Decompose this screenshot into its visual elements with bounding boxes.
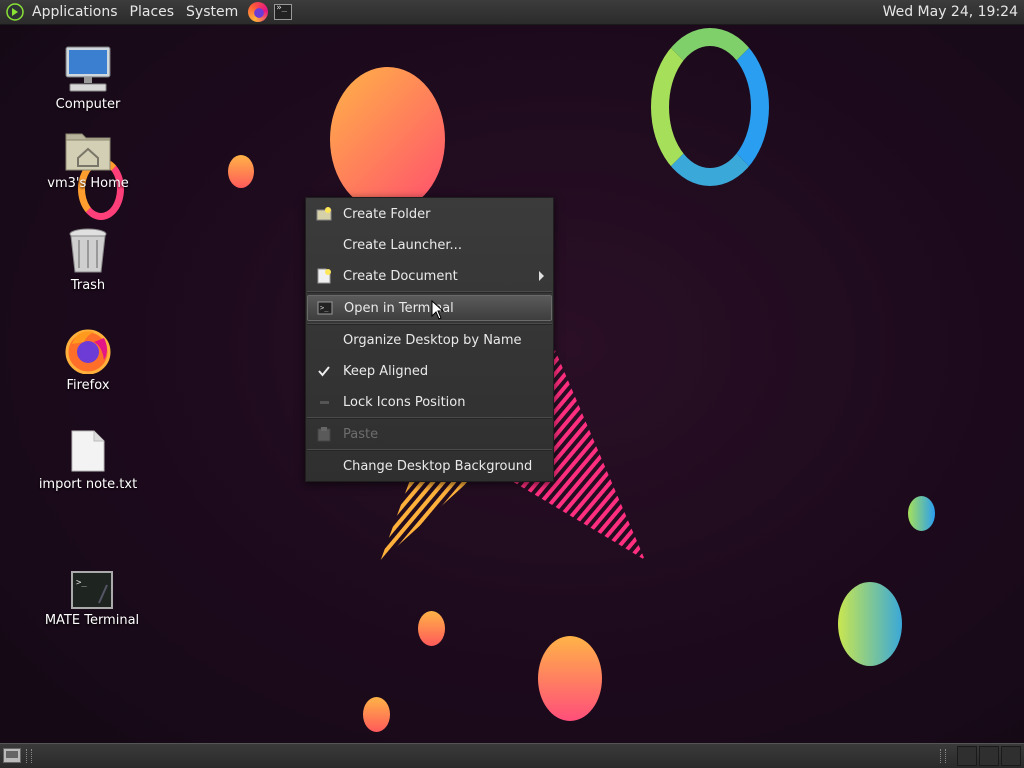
- menu-item-open-in-terminal[interactable]: >_ Open in Terminal: [307, 295, 552, 321]
- svg-text:>_: >_: [320, 304, 329, 312]
- desktop-icon-label: Computer: [55, 97, 121, 112]
- paste-icon: [316, 426, 332, 442]
- workspace-2[interactable]: [979, 746, 999, 766]
- applications-menu[interactable]: Applications: [26, 0, 124, 25]
- wallpaper-orange-dot-2: [363, 697, 390, 732]
- wallpaper-orange-dot-1: [418, 611, 445, 646]
- menu-item-create-folder[interactable]: Create Folder: [307, 201, 552, 227]
- desktop-icon-label: import note.txt: [38, 477, 138, 492]
- desktop-icon-computer[interactable]: Computer: [38, 45, 138, 112]
- wallpaper-green-balloon: [908, 496, 935, 531]
- menu-item-change-background[interactable]: Change Desktop Background: [307, 453, 552, 479]
- panel-handle[interactable]: [940, 749, 946, 763]
- clock[interactable]: Wed May 24, 19:24: [883, 4, 1024, 20]
- desktop-icon-firefox[interactable]: Firefox: [38, 326, 138, 393]
- desktop-icon-trash[interactable]: Trash: [38, 226, 138, 293]
- menu-item-lock-icons[interactable]: Lock Icons Position: [307, 389, 552, 415]
- show-desktop-icon[interactable]: [3, 748, 21, 763]
- system-menu[interactable]: System: [180, 0, 244, 25]
- workspace-3[interactable]: [1001, 746, 1021, 766]
- trash-icon: [67, 226, 109, 274]
- svg-text:>_: >_: [76, 578, 87, 588]
- wallpaper-green-balloon-large: [838, 582, 902, 666]
- top-panel: Applications Places System Wed May 24, 1…: [0, 0, 1024, 25]
- checkmark-icon: [316, 363, 332, 379]
- panel-handle[interactable]: [26, 749, 32, 763]
- mouse-cursor-icon: [431, 300, 445, 320]
- wallpaper-orange-balloon-small: [228, 155, 254, 188]
- menu-separator: [307, 291, 552, 293]
- home-folder-icon: [64, 128, 112, 172]
- menu-item-keep-aligned[interactable]: Keep Aligned: [307, 358, 552, 384]
- terminal-icon: >_: [71, 571, 113, 609]
- desktop-icon-mate-terminal[interactable]: >_ MATE Terminal: [42, 571, 142, 628]
- mate-logo-icon[interactable]: [6, 3, 24, 21]
- document-new-icon: [316, 268, 332, 284]
- terminal-icon: >_: [317, 300, 333, 316]
- desktop-icon-label: Trash: [70, 278, 106, 293]
- desktop-icon-label: MATE Terminal: [44, 613, 140, 628]
- menu-item-create-launcher[interactable]: Create Launcher...: [307, 232, 552, 258]
- terminal-launcher-icon[interactable]: [274, 3, 293, 20]
- bottom-panel: [0, 743, 1024, 768]
- menu-separator: [307, 417, 552, 419]
- wallpaper-orange-balloon-bottom: [538, 636, 602, 721]
- desktop-icon-label: vm3's Home: [47, 176, 129, 191]
- folder-new-icon: [316, 206, 332, 222]
- computer-icon: [64, 45, 112, 93]
- unchecked-box-icon: [316, 394, 332, 410]
- desktop-icon-label: Firefox: [66, 378, 110, 393]
- firefox-launcher-icon[interactable]: [248, 2, 269, 22]
- submenu-arrow-icon: [539, 271, 544, 281]
- desktop-icon-home[interactable]: vm3's Home: [38, 128, 138, 191]
- menu-item-paste: Paste: [307, 421, 552, 447]
- workspace-1[interactable]: [957, 746, 977, 766]
- menu-separator: [307, 449, 552, 451]
- wallpaper-orange-balloon-large: [330, 67, 445, 212]
- desktop-context-menu: Create Folder Create Launcher... Create …: [305, 197, 554, 482]
- desktop-icon-import-note[interactable]: import note.txt: [38, 429, 138, 492]
- menu-separator: [307, 323, 552, 325]
- places-menu[interactable]: Places: [124, 0, 181, 25]
- firefox-icon: [64, 326, 112, 375]
- wallpaper-ring-large: [651, 28, 769, 186]
- text-file-icon: [70, 429, 106, 473]
- menu-item-create-document[interactable]: Create Document: [307, 263, 552, 289]
- menu-item-organize-by-name[interactable]: Organize Desktop by Name: [307, 327, 552, 353]
